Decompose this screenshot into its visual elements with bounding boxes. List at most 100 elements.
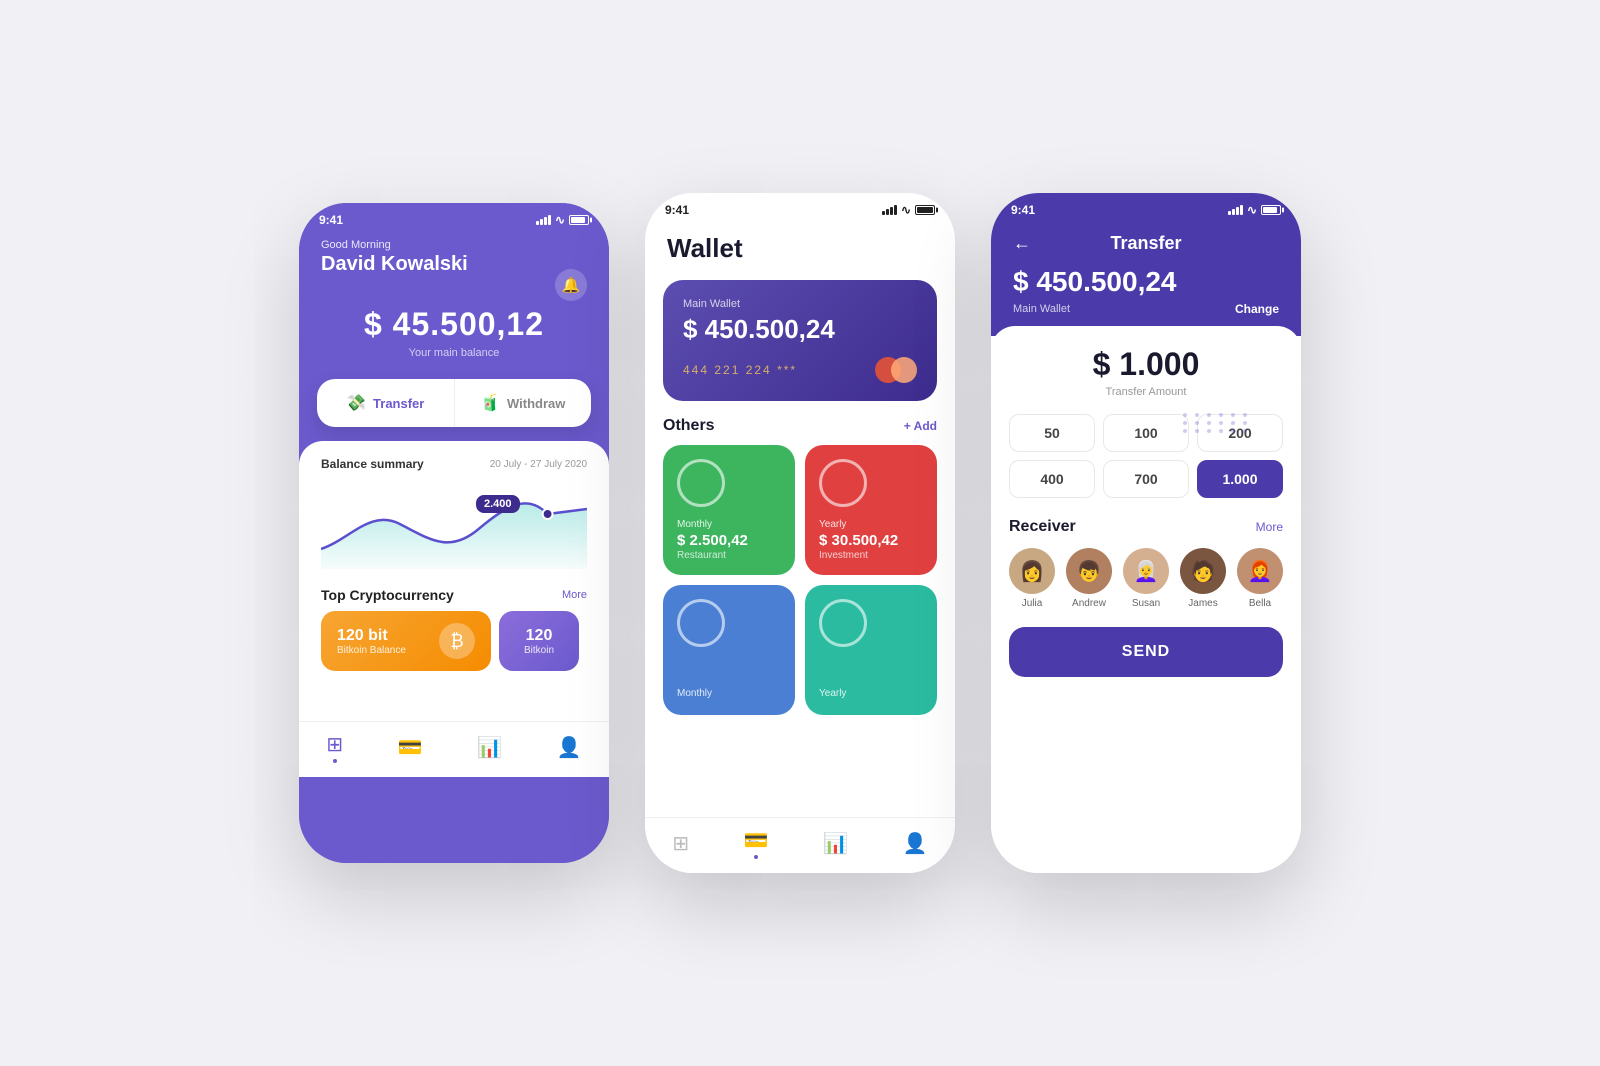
profile-icon: 👤 — [557, 735, 582, 760]
avatar-andrew[interactable]: 👦 Andrew — [1066, 548, 1112, 609]
bottom-nav-1: ⊞ 💳 📊 👤 — [299, 721, 609, 777]
more-button[interactable]: More — [1256, 520, 1283, 534]
transfer-amount-label: Transfer Amount — [1009, 386, 1283, 398]
wallet-card-yearly-investment[interactable]: Yearly $ 30.500,42 Investment — [805, 445, 937, 575]
wallet-card-yearly-2[interactable]: Yearly — [805, 585, 937, 715]
battery-icon-2 — [915, 205, 935, 215]
wallet-header: Wallet — [645, 221, 955, 272]
crypto-card-purple: 120 Bitkoin — [499, 611, 579, 671]
status-bar-2: 9:41 ∿ — [645, 193, 955, 221]
avatar-julia[interactable]: 👩 Julia — [1009, 548, 1055, 609]
chart-icon: 📊 — [477, 735, 502, 760]
crypto-header: Top Cryptocurrency More — [321, 587, 587, 603]
avatar-img-james: 🧑 — [1180, 548, 1226, 594]
chart-svg — [321, 479, 587, 569]
wallet-card-monthly-restaurant[interactable]: Monthly $ 2.500,42 Restaurant — [663, 445, 795, 575]
change-button[interactable]: Change — [1235, 302, 1279, 316]
preset-400[interactable]: 400 — [1009, 460, 1095, 498]
avatar-james[interactable]: 🧑 James — [1180, 548, 1226, 609]
transfer-icon: 💸 — [346, 393, 366, 413]
wifi-icon-3: ∿ — [1247, 203, 1257, 217]
home-icon: ⊞ — [326, 732, 343, 757]
nav-profile-2[interactable]: 👤 — [903, 831, 928, 856]
mastercard-icon — [875, 357, 917, 383]
spacer — [645, 715, 955, 817]
nav-home-2[interactable]: ⊞ — [672, 831, 689, 856]
card-circle-4 — [819, 599, 867, 647]
notification-bell[interactable]: 🔔 — [555, 269, 587, 301]
nav-home[interactable]: ⊞ — [326, 732, 343, 763]
wifi-icon-1: ∿ — [555, 213, 565, 227]
card-amount-2: $ 30.500,42 — [819, 532, 923, 549]
card-circle-2 — [819, 459, 867, 507]
add-button[interactable]: + Add — [904, 419, 937, 433]
dots-decoration-right — [1183, 413, 1251, 433]
wifi-icon-2: ∿ — [901, 203, 911, 217]
avatar-name-julia: Julia — [1022, 598, 1043, 609]
time-3: 9:41 — [1011, 203, 1035, 217]
crypto-amount: 120 bit — [337, 627, 406, 645]
withdraw-icon: 🧃 — [480, 393, 500, 413]
wallet-card-amount: $ 450.500,24 — [683, 314, 917, 345]
profile-icon-2: 👤 — [903, 831, 928, 856]
home-icon-2: ⊞ — [672, 831, 689, 856]
others-header: Others + Add — [645, 417, 955, 445]
signal-icon-2 — [882, 205, 897, 215]
crypto-cards: 120 bit Bitkoin Balance ₿ 120 Bitkoin — [321, 611, 587, 671]
card-type-2: Yearly — [819, 519, 923, 530]
avatar-name-andrew: Andrew — [1072, 598, 1106, 609]
avatar-susan[interactable]: 👩‍🦳 Susan — [1123, 548, 1169, 609]
nav-chart[interactable]: 📊 — [477, 735, 502, 760]
avatar-name-bella: Bella — [1249, 598, 1271, 609]
nav-dot — [333, 759, 337, 763]
avatar-name-susan: Susan — [1132, 598, 1160, 609]
balance-section: $ 45.500,12 Your main balance — [299, 296, 609, 379]
back-button[interactable]: ← — [1013, 233, 1031, 254]
dashboard-content: 9:41 ∿ Good Morning David Kowalski 🔔 — [299, 203, 609, 863]
battery-icon-1 — [569, 215, 589, 225]
crypto-label-2: Bitkoin — [524, 645, 554, 656]
chart-section: Balance summary 20 July - 27 July 2020 — [299, 441, 609, 721]
transfer-bal-amount: $ 450.500,24 — [1013, 266, 1279, 298]
avatar-img-susan: 👩‍🦳 — [1123, 548, 1169, 594]
wallet-card-label: Main Wallet — [683, 298, 917, 310]
signal-icon-1 — [536, 215, 551, 225]
transfer-button[interactable]: 💸 Transfer — [317, 379, 454, 427]
preset-50[interactable]: 50 — [1009, 414, 1095, 452]
card-circle-1 — [677, 459, 725, 507]
card-icon-2: 💳 — [744, 828, 769, 853]
preset-1000[interactable]: 1.000 — [1197, 460, 1283, 498]
card-amount-1: $ 2.500,42 — [677, 532, 781, 549]
preset-100[interactable]: 100 — [1103, 414, 1189, 452]
send-button[interactable]: SEND — [1009, 627, 1283, 677]
time-2: 9:41 — [665, 203, 689, 217]
avatar-img-andrew: 👦 — [1066, 548, 1112, 594]
nav-profile[interactable]: 👤 — [557, 735, 582, 760]
crypto-section: Top Cryptocurrency More 120 bit Bitkoin … — [321, 587, 587, 671]
crypto-title: Top Cryptocurrency — [321, 587, 454, 603]
transfer-label: Transfer — [373, 396, 424, 411]
nav-card[interactable]: 💳 — [398, 735, 423, 760]
chart-icon-2: 📊 — [823, 831, 848, 856]
crypto-more[interactable]: More — [562, 589, 587, 601]
battery-icon-3 — [1261, 205, 1281, 215]
preset-700[interactable]: 700 — [1103, 460, 1189, 498]
nav-card-2[interactable]: 💳 — [744, 828, 769, 859]
chart-title: Balance summary — [321, 457, 424, 471]
dashboard-header: Good Morning David Kowalski 🔔 — [299, 231, 609, 296]
chart-area: 2.400 — [321, 479, 587, 579]
transfer-title: Transfer — [1110, 233, 1181, 254]
receiver-avatars: 👩 Julia 👦 Andrew 👩‍🦳 Susan 🧑 James — [1009, 548, 1283, 609]
user-name: David Kowalski — [321, 253, 587, 276]
chart-date: 20 July - 27 July 2020 — [490, 459, 587, 470]
avatar-bella[interactable]: 👩‍🦰 Bella — [1237, 548, 1283, 609]
status-icons-2: ∿ — [882, 203, 935, 217]
wallet-card-monthly-2[interactable]: Monthly — [663, 585, 795, 715]
card-name-2: Investment — [819, 550, 923, 561]
transfer-header: ← Transfer $ 450.500,24 Main Wallet Chan… — [991, 221, 1301, 336]
transfer-amount-value: $ 1.000 — [1009, 346, 1283, 383]
nav-chart-2[interactable]: 📊 — [823, 831, 848, 856]
avatar-img-julia: 👩 — [1009, 548, 1055, 594]
withdraw-button[interactable]: 🧃 Withdraw — [455, 379, 592, 427]
avatar-name-james: James — [1188, 598, 1217, 609]
